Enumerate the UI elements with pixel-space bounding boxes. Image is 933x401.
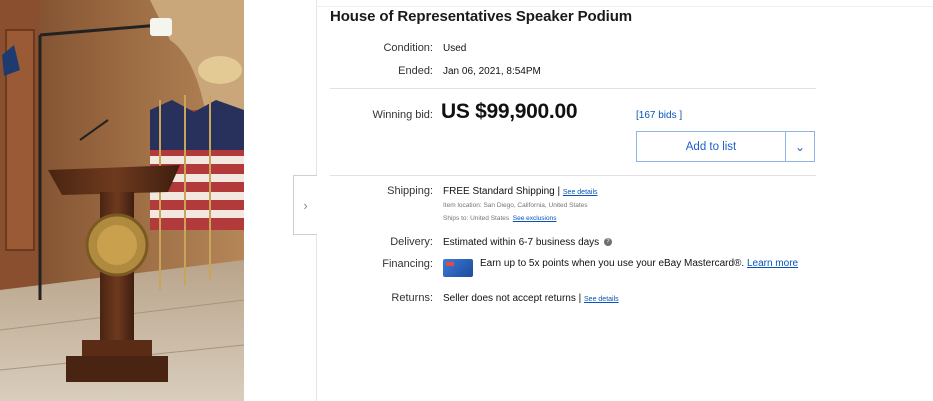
chevron-right-icon: › (303, 197, 308, 213)
add-to-list-control: Add to list ⌄ (636, 131, 815, 162)
section-divider (330, 175, 816, 176)
item-location: Item location: San Diego, California, Un… (443, 202, 588, 209)
ended-value: Jan 06, 2021, 8:54PM (443, 66, 541, 77)
learn-more-link[interactable]: Learn more (747, 258, 798, 269)
bid-count-link[interactable]: [167 bids ] (636, 110, 682, 121)
item-photo[interactable] (0, 0, 244, 401)
condition-label: Condition: (383, 42, 433, 54)
delivery-value: Estimated within 6-7 business days ? (443, 237, 612, 248)
ships-to-text: Ships to: United States (443, 215, 510, 222)
shipping-text: FREE Standard Shipping | (443, 186, 561, 197)
podium-photo-illustration (0, 0, 244, 401)
financing-offer: Earn up to 5x points when you use your e… (480, 258, 810, 270)
see-exclusions-link[interactable]: See exclusions (513, 215, 557, 222)
chevron-down-icon: ⌄ (794, 139, 806, 154)
item-title: House of Representatives Speaker Podium (330, 8, 633, 25)
next-image-button[interactable]: › (293, 175, 317, 235)
returns-value: Seller does not accept returns | See det… (443, 293, 619, 304)
section-divider (330, 88, 816, 89)
top-rule (317, 6, 933, 7)
delivery-text: Estimated within 6-7 business days (443, 237, 600, 248)
shipping-label: Shipping: (387, 185, 433, 197)
shipping-value: FREE Standard Shipping | See details (443, 186, 598, 197)
winning-bid-label: Winning bid: (372, 109, 433, 121)
info-icon[interactable]: ? (603, 238, 612, 247)
shipping-details-link[interactable]: See details (563, 189, 598, 196)
winning-bid-amount: US $99,900.00 (441, 100, 578, 123)
ships-to: Ships to: United States See exclusions (443, 215, 556, 222)
credit-card-icon (443, 259, 473, 277)
financing-text: Earn up to 5x points when you use your e… (480, 258, 747, 269)
returns-details-link[interactable]: See details (584, 296, 619, 303)
financing-label: Financing: (382, 258, 433, 270)
returns-label: Returns: (391, 292, 433, 304)
returns-text: Seller does not accept returns | (443, 293, 582, 304)
add-to-list-dropdown[interactable]: ⌄ (785, 132, 814, 161)
delivery-label: Delivery: (390, 236, 433, 248)
ended-label: Ended: (398, 65, 433, 77)
bid-count-text[interactable]: [167 bids ] (636, 110, 682, 121)
add-to-list-button[interactable]: Add to list (637, 132, 785, 161)
condition-value: Used (443, 43, 467, 54)
